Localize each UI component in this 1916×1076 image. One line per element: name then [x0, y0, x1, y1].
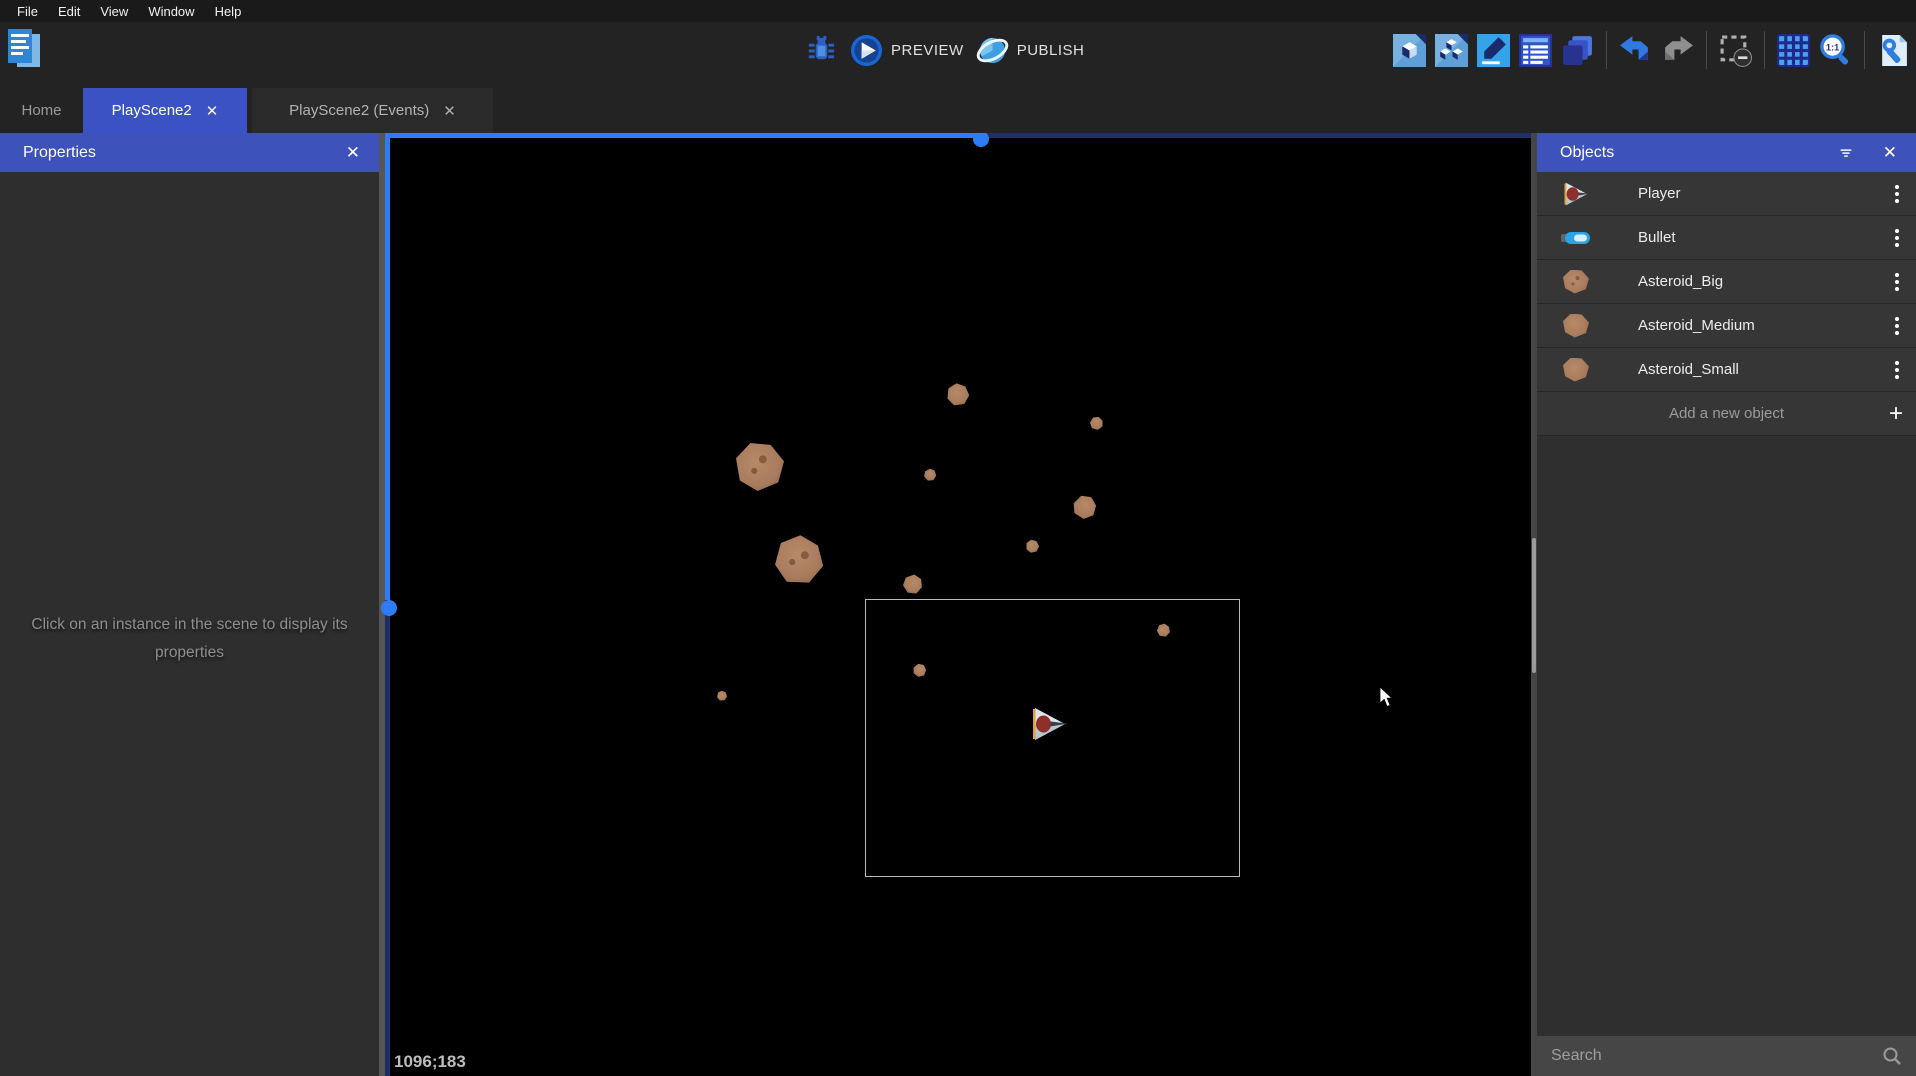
object-row-asteroid-small[interactable]: Asteroid_Small — [1537, 348, 1916, 392]
tab-playscene2[interactable]: PlayScene2 ✕ — [83, 88, 247, 133]
bullet-icon — [1561, 225, 1591, 251]
properties-panel-header: Properties ✕ — [0, 133, 379, 172]
redo-icon[interactable] — [1661, 34, 1694, 67]
instances-list-icon[interactable] — [1519, 34, 1552, 67]
kebab-menu-icon[interactable] — [1891, 225, 1903, 251]
debug-icon[interactable] — [805, 34, 838, 67]
publish-button[interactable]: PUBLISH — [976, 34, 1085, 67]
project-manager-icon[interactable] — [8, 29, 42, 71]
scene-top-border[interactable] — [385, 133, 981, 138]
objects-search-bar — [1537, 1036, 1916, 1076]
object-name: Player — [1638, 185, 1681, 202]
scene-canvas[interactable]: 1096;183 — [390, 138, 1531, 1076]
toolbar-divider — [1606, 31, 1607, 69]
object-name: Bullet — [1638, 229, 1676, 246]
objects-title: Objects — [1560, 144, 1614, 162]
cursor-position-label: 1096;183 — [394, 1052, 466, 1072]
tab-label: Home — [21, 102, 61, 119]
menu-window[interactable]: Window — [138, 4, 204, 19]
publish-label: PUBLISH — [1017, 42, 1085, 59]
asteroid-medium-instance[interactable] — [1068, 491, 1100, 523]
object-row-player[interactable]: Player — [1537, 172, 1916, 216]
kebab-menu-icon[interactable] — [1891, 357, 1903, 383]
publish-globe-icon — [976, 34, 1009, 67]
scrollbar-thumb[interactable] — [1532, 538, 1536, 673]
object-row-bullet[interactable]: Bullet — [1537, 216, 1916, 260]
plus-icon[interactable]: + — [1889, 404, 1903, 424]
properties-pencil-icon[interactable] — [1477, 34, 1510, 67]
scene-left-border[interactable] — [385, 138, 390, 600]
search-input[interactable] — [1551, 1047, 1882, 1065]
object-groups-icon[interactable] — [1435, 34, 1468, 67]
asteroid-small-instance[interactable] — [1024, 538, 1039, 553]
tab-label: PlayScene2 — [112, 102, 192, 119]
toolbar: PREVIEW PUBLISH — [0, 22, 1916, 78]
search-icon[interactable] — [1882, 1046, 1902, 1066]
add-object-button[interactable]: Add a new object + — [1537, 392, 1916, 436]
kebab-menu-icon[interactable] — [1891, 313, 1903, 339]
tab-home[interactable]: Home — [0, 88, 83, 133]
scene-properties-icon[interactable] — [1877, 34, 1910, 67]
toolbar-divider — [1764, 31, 1765, 69]
tab-close-icon[interactable]: ✕ — [443, 102, 456, 120]
toolbar-divider — [1706, 31, 1707, 69]
asteroid-medium-instance[interactable] — [945, 382, 972, 409]
preview-button[interactable]: PREVIEW — [850, 34, 964, 67]
close-icon[interactable]: ✕ — [1878, 141, 1902, 165]
tab-bar: Home PlayScene2 ✕ PlayScene2 (Events) ✕ — [0, 78, 1916, 133]
kebab-menu-icon[interactable] — [1891, 269, 1903, 295]
scene-top-border[interactable] — [981, 133, 1531, 138]
objects-panel: Objects ✕ Player B — [1537, 133, 1916, 1076]
menu-view[interactable]: View — [90, 4, 138, 19]
asteroid-icon — [1561, 313, 1591, 339]
preview-label: PREVIEW — [891, 42, 964, 59]
asteroid-small-instance[interactable] — [1087, 414, 1105, 432]
kebab-menu-icon[interactable] — [1891, 181, 1903, 207]
preview-play-icon — [850, 34, 883, 67]
object-name: Asteroid_Small — [1638, 361, 1739, 378]
mouse-cursor-icon — [1380, 687, 1395, 708]
tab-playscene2-events[interactable]: PlayScene2 (Events) ✕ — [252, 88, 493, 133]
asteroid-big-instance[interactable] — [767, 529, 831, 593]
properties-empty-message: Click on an instance in the scene to dis… — [28, 611, 351, 667]
player-instance[interactable] — [1031, 705, 1069, 743]
properties-panel: Properties ✕ Click on an instance in the… — [0, 133, 379, 1076]
undo-icon[interactable] — [1619, 34, 1652, 67]
menu-bar: File Edit View Window Help — [0, 0, 1916, 22]
objects-panel-header: Objects ✕ — [1537, 133, 1916, 172]
layers-icon[interactable] — [1561, 34, 1594, 67]
zoom-1-1-icon[interactable]: 1:1 — [1819, 34, 1852, 67]
filter-icon[interactable] — [1836, 146, 1856, 160]
asteroid-small-instance[interactable] — [716, 690, 729, 703]
tab-label: PlayScene2 (Events) — [289, 102, 429, 119]
grid-icon[interactable] — [1777, 34, 1810, 67]
menu-file[interactable]: File — [7, 4, 48, 19]
scene-left-border[interactable] — [385, 616, 390, 1076]
object-name: Asteroid_Big — [1638, 273, 1723, 290]
tab-close-icon[interactable]: ✕ — [206, 102, 219, 120]
asteroid-icon — [1561, 357, 1591, 383]
asteroid-icon — [1561, 269, 1591, 295]
menu-edit[interactable]: Edit — [48, 4, 90, 19]
object-row-asteroid-medium[interactable]: Asteroid_Medium — [1537, 304, 1916, 348]
splitter-handle-dot[interactable] — [381, 600, 397, 616]
asteroid-medium-instance[interactable] — [901, 573, 923, 595]
menu-help[interactable]: Help — [205, 4, 252, 19]
splitter-handle-dot[interactable] — [973, 131, 989, 147]
object-name: Asteroid_Medium — [1638, 317, 1755, 334]
deselect-icon[interactable] — [1719, 34, 1752, 67]
objects-editor-icon[interactable] — [1393, 34, 1426, 67]
asteroid-big-instance[interactable] — [736, 443, 784, 491]
player-ship-icon — [1561, 181, 1591, 207]
toolbar-divider — [1864, 31, 1865, 69]
asteroid-small-instance[interactable] — [922, 467, 937, 482]
add-object-label: Add a new object — [1669, 405, 1784, 422]
object-row-asteroid-big[interactable]: Asteroid_Big — [1537, 260, 1916, 304]
properties-title: Properties — [23, 144, 96, 162]
svg-text:1:1: 1:1 — [1826, 42, 1839, 52]
close-icon[interactable]: ✕ — [341, 141, 365, 165]
